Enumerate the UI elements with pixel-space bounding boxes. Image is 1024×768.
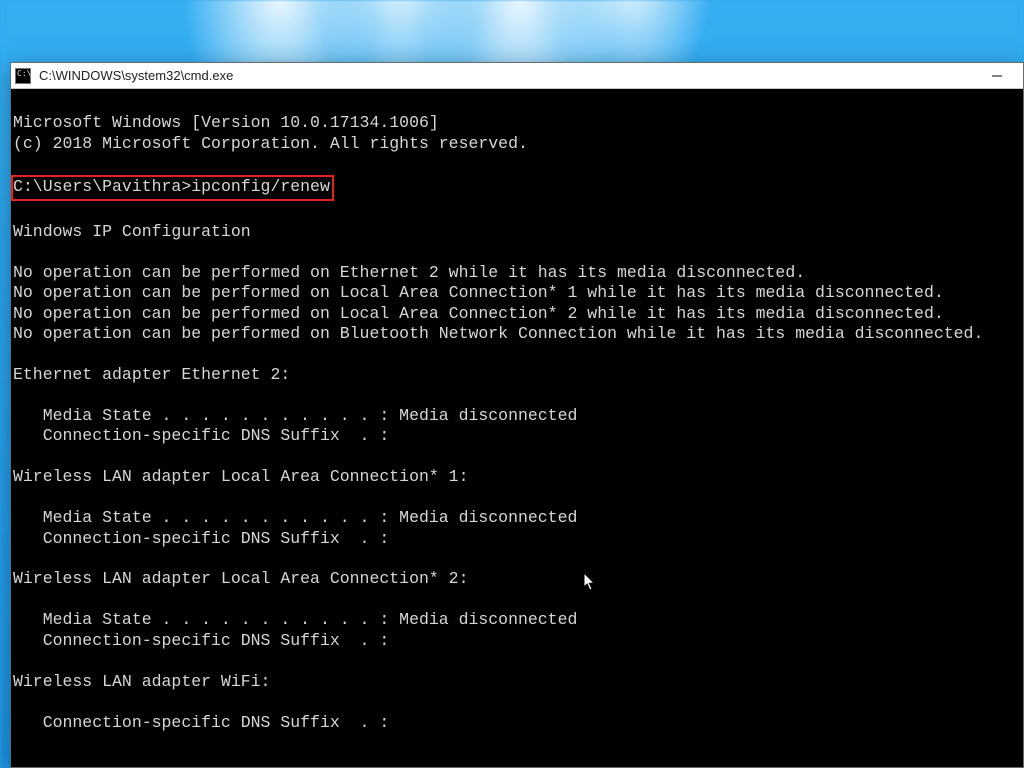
term-line: Connection-specific DNS Suffix . :	[13, 631, 389, 650]
cmd-app-icon	[15, 68, 31, 84]
cmd-window: C:\WINDOWS\system32\cmd.exe Microsoft Wi…	[10, 62, 1024, 768]
term-line: Media State . . . . . . . . . . . : Medi…	[13, 610, 577, 629]
term-line: Microsoft Windows [Version 10.0.17134.10…	[13, 113, 439, 132]
term-line: Connection-specific DNS Suffix . :	[13, 426, 389, 445]
prompt-text: C:\Users\Pavithra>	[13, 177, 191, 196]
command-input-text: ipconfig/renew	[191, 177, 330, 196]
term-line: Media State . . . . . . . . . . . : Medi…	[13, 508, 577, 527]
term-line: Wireless LAN adapter Local Area Connecti…	[13, 569, 468, 588]
term-line: Media State . . . . . . . . . . . : Medi…	[13, 406, 577, 425]
terminal-output[interactable]: Microsoft Windows [Version 10.0.17134.10…	[11, 89, 1023, 767]
titlebar[interactable]: C:\WINDOWS\system32\cmd.exe	[11, 63, 1023, 89]
mouse-cursor-icon	[583, 572, 597, 592]
term-line: Wireless LAN adapter WiFi:	[13, 672, 270, 691]
window-title: C:\WINDOWS\system32\cmd.exe	[39, 68, 967, 83]
highlighted-command: C:\Users\Pavithra>ipconfig/renew	[11, 175, 334, 201]
term-line: Connection-specific DNS Suffix . :	[13, 713, 389, 732]
term-line: (c) 2018 Microsoft Corporation. All righ…	[13, 134, 528, 153]
term-line: No operation can be performed on Bluetoo…	[13, 324, 983, 343]
term-line: Connection-specific DNS Suffix . :	[13, 529, 389, 548]
minimize-button[interactable]	[975, 64, 1019, 88]
term-line: No operation can be performed on Local A…	[13, 304, 944, 323]
minimize-icon	[991, 70, 1003, 82]
term-line: No operation can be performed on Local A…	[13, 283, 944, 302]
term-line: Windows IP Configuration	[13, 222, 251, 241]
term-line: Ethernet adapter Ethernet 2:	[13, 365, 290, 384]
term-line: No operation can be performed on Etherne…	[13, 263, 805, 282]
term-line: Wireless LAN adapter Local Area Connecti…	[13, 467, 468, 486]
